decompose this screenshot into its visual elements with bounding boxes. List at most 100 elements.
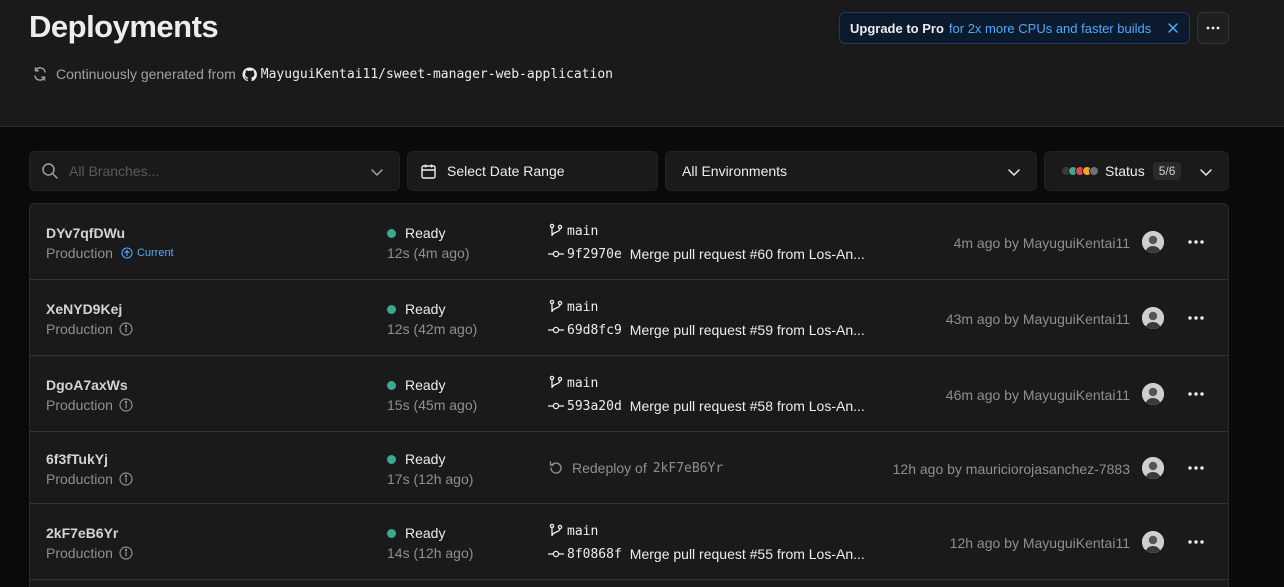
commit-link[interactable]: 8f0868f Merge pull request #55 from Los-… (548, 546, 865, 562)
row-actions-icon[interactable] (1186, 458, 1206, 478)
commit-hash: 593a20d (567, 398, 622, 414)
status-dot (387, 528, 396, 538)
deployment-status: Ready (387, 377, 445, 393)
status-dot (387, 228, 396, 238)
deployment-row[interactable]: DYv7qfDWu Production Current Ready 12s (… (30, 204, 1228, 280)
user-avatar-icon (1142, 231, 1164, 253)
deployment-id[interactable]: 2kF7eB6Yr (46, 525, 118, 541)
branch-name: main (567, 299, 599, 315)
info-icon[interactable] (119, 398, 133, 412)
upgrade-banner[interactable]: Upgrade to Pro for 2x more CPUs and fast… (839, 12, 1190, 44)
commit-hash: 8f0868f (567, 546, 622, 562)
status-dot (387, 304, 396, 314)
commit-hash: 9f2970e (567, 246, 622, 262)
git-commit-icon (548, 326, 564, 334)
deployment-row[interactable]: DgoA7axWs Production Ready 15s (45m ago)… (30, 356, 1228, 432)
chevron-down-icon (371, 169, 383, 177)
commit-message: Merge pull request #60 from Los-An... (629, 246, 865, 262)
ellipsis-icon (1206, 26, 1220, 30)
deployment-status: Ready (387, 451, 445, 467)
commit-message: Merge pull request #59 from Los-An... (629, 322, 865, 338)
sync-icon (34, 67, 46, 81)
avatar[interactable] (1142, 307, 1164, 329)
chevron-down-icon (1200, 169, 1212, 177)
status-text: Ready (405, 377, 446, 393)
deployment-environment: Production (46, 397, 133, 413)
deployment-duration: 12s (42m ago) (387, 321, 478, 337)
info-icon[interactable] (119, 322, 133, 336)
branch-link[interactable]: main (548, 523, 598, 539)
user-avatar-icon (1142, 531, 1164, 553)
row-actions-icon[interactable] (1186, 532, 1206, 552)
avatar[interactable] (1142, 383, 1164, 405)
status-color-dots (1061, 166, 1099, 176)
branch-search-input[interactable]: All Branches... (69, 163, 159, 179)
row-actions-icon[interactable] (1186, 384, 1206, 404)
environment-label: Production (46, 545, 113, 561)
redeploy-source-link[interactable]: Redeploy of 2kF7eB6Yr (548, 460, 723, 476)
status-color-dot (1089, 166, 1099, 176)
commit-link[interactable]: 9f2970e Merge pull request #60 from Los-… (548, 246, 865, 262)
git-branch-icon (549, 299, 563, 313)
status-count-badge: 5/6 (1152, 162, 1182, 180)
branch-filter[interactable]: All Branches... (29, 151, 400, 191)
commit-link[interactable]: 593a20d Merge pull request #58 from Los-… (548, 398, 865, 414)
status-filter[interactable]: Status 5/6 (1044, 151, 1229, 191)
upgrade-pro-label[interactable]: Upgrade to Pro (850, 21, 944, 36)
deployment-status: Ready (387, 525, 445, 541)
row-actions-icon[interactable] (1186, 308, 1206, 328)
git-branch-icon (549, 223, 563, 237)
branch-link[interactable]: main (548, 299, 598, 315)
repo-link[interactable]: MayuguiKentai11/sweet-manager-web-applic… (261, 67, 613, 82)
deployed-by: 43m ago by MayuguiKentai11 (945, 311, 1130, 327)
avatar[interactable] (1142, 231, 1164, 253)
search-icon (42, 163, 58, 179)
commit-message: Merge pull request #58 from Los-An... (629, 398, 865, 414)
deployment-status: Ready (387, 225, 445, 241)
arrow-up-circle-icon (121, 247, 133, 259)
environment-label: Production (46, 321, 113, 337)
avatar[interactable] (1142, 531, 1164, 553)
info-icon[interactable] (119, 546, 133, 560)
deployment-id[interactable]: DYv7qfDWu (46, 225, 125, 241)
avatar[interactable] (1142, 457, 1164, 479)
user-avatar-icon (1142, 307, 1164, 329)
deployment-duration: 14s (12h ago) (387, 545, 474, 561)
date-range-label: Select Date Range (447, 163, 565, 179)
page-title: Deployments (29, 9, 219, 44)
commit-hash: 69d8fc9 (567, 322, 622, 338)
deployment-id[interactable]: DgoA7axWs (46, 377, 128, 393)
deployment-row[interactable]: 2kF7eB6Yr Production Ready 14s (12h ago)… (30, 504, 1228, 580)
status-text: Ready (405, 451, 446, 467)
deployment-duration: 12s (4m ago) (387, 245, 470, 261)
deployment-row[interactable]: 6f3fTukYj Production Ready 17s (12h ago)… (30, 432, 1228, 504)
current-badge-label: Current (136, 247, 174, 259)
git-branch-icon (549, 523, 563, 537)
commit-link[interactable]: 69d8fc9 Merge pull request #59 from Los-… (548, 322, 865, 338)
row-actions-icon[interactable] (1186, 232, 1206, 252)
environment-label: Production (46, 471, 113, 487)
status-text: Ready (405, 225, 446, 241)
close-icon[interactable] (1165, 20, 1181, 36)
more-menu-button[interactable] (1197, 12, 1229, 44)
deployed-by: 12h ago by MayuguiKentai11 (949, 535, 1130, 551)
date-range-filter[interactable]: Select Date Range (407, 151, 658, 191)
deployment-duration: 17s (12h ago) (387, 471, 474, 487)
deployment-row[interactable]: XeNYD9Kej Production Ready 12s (42m ago)… (30, 280, 1228, 356)
environment-filter[interactable]: All Environments (665, 151, 1037, 191)
deployment-environment: Production (46, 321, 133, 337)
current-badge: Current (121, 247, 174, 259)
deployment-id[interactable]: XeNYD9Kej (46, 301, 122, 317)
deployment-list: DYv7qfDWu Production Current Ready 12s (… (29, 203, 1229, 587)
environment-label: Production (46, 397, 113, 413)
branch-link[interactable]: main (548, 375, 598, 391)
user-avatar-icon (1142, 383, 1164, 405)
branch-link[interactable]: main (548, 223, 598, 239)
branch-name: main (567, 375, 599, 391)
git-commit-icon (548, 550, 564, 558)
git-commit-icon (548, 402, 564, 410)
info-icon[interactable] (119, 472, 133, 486)
status-dot (387, 380, 396, 390)
status-label: Status (1105, 163, 1145, 179)
deployment-id[interactable]: 6f3fTukYj (46, 451, 108, 467)
